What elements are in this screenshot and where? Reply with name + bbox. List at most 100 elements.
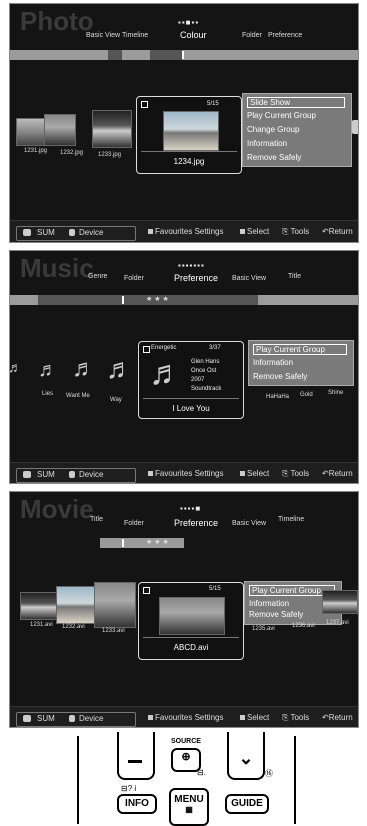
preference-scroll-bar[interactable]: ★★★ — [10, 295, 358, 305]
device-label: Device — [79, 228, 104, 237]
tab-basic-view[interactable]: Basic View — [86, 32, 120, 39]
genre: Soundtrack — [191, 386, 222, 392]
tab-preference[interactable]: Preference — [174, 273, 218, 283]
thumb-1231[interactable] — [20, 592, 58, 620]
album: Once Ost — [191, 368, 217, 374]
preference-scroll-bar[interactable]: ★★★ — [10, 538, 358, 548]
item-counter: 3/37 — [209, 345, 221, 351]
remote-control: SOURCE ⊕ ⊟. ⌄ ⑯ ⊟? i INFO MENU ▦ GUIDE — [77, 732, 296, 826]
sum-device-box[interactable]: SUM Device — [16, 468, 136, 483]
menu-information[interactable]: Information — [247, 139, 287, 148]
focused-name: 1234.jpg — [173, 157, 205, 166]
tab-preference[interactable]: Preference — [268, 32, 302, 39]
song-caption: Way — [110, 397, 122, 403]
song-caption: Want Me — [66, 393, 90, 399]
tab-basic-view[interactable]: Basic View — [232, 275, 266, 282]
favourites-settings[interactable]: Favourites Settings — [148, 227, 223, 236]
tab-basic-view[interactable]: Basic View — [232, 520, 266, 527]
menu-change-group[interactable]: Change Group — [247, 125, 299, 134]
focused-item[interactable]: 5/15 ABCD.avi — [138, 582, 244, 660]
thumb-1233[interactable] — [94, 582, 136, 628]
tools-hint[interactable]: ⎘ Tools — [282, 469, 309, 479]
favourites-settings[interactable]: Favourites Settings — [148, 469, 223, 478]
item-counter: 5/15 — [209, 586, 221, 592]
tab-genre[interactable]: Genre — [88, 273, 107, 280]
bottom-bar: SUM Device Favourites Settings Select ⎘ … — [10, 706, 358, 727]
guide-button[interactable]: GUIDE — [225, 794, 269, 814]
return-icon: ↶ — [322, 469, 329, 478]
music-note-icon: ♬ — [149, 354, 183, 392]
menu-slide-show[interactable]: Slide Show — [247, 97, 345, 108]
tab-folder[interactable]: Folder — [242, 32, 262, 39]
movie-caption: 1235.avi — [252, 626, 275, 632]
thumb-1232[interactable] — [44, 114, 76, 146]
movie-screen: Movie ▪▪▪▪■ Title Folder Preference Basi… — [9, 491, 359, 728]
song-caption: Shine — [328, 390, 344, 396]
select-checkbox[interactable] — [143, 587, 150, 594]
color-scroll-bar[interactable] — [10, 50, 358, 60]
select-checkbox[interactable] — [143, 346, 150, 353]
photo-screen: Photo ▪▪■▪▪ Basic View Timeline Colour F… — [9, 3, 359, 243]
sum-device-box[interactable]: SUM Device — [16, 226, 136, 241]
pre-ch-icon: ⑯ — [265, 769, 273, 778]
tab-timeline[interactable]: Timeline — [278, 516, 304, 523]
music-note-icon[interactable]: ♬ — [38, 359, 58, 382]
tab-title[interactable]: Title — [90, 516, 103, 523]
bottom-bar: SUM Device Favourites Settings Select ⎘ … — [10, 462, 358, 483]
select-checkbox[interactable] — [141, 101, 148, 108]
movie-caption: 1231.avi — [30, 622, 53, 628]
tab-timeline[interactable]: Timeline — [122, 32, 148, 39]
tab-folder[interactable]: Folder — [124, 520, 144, 527]
thumb-1237[interactable] — [322, 590, 358, 614]
menu-play-current-group[interactable]: Play Current Group — [253, 344, 347, 355]
item-counter: 5/15 — [207, 101, 219, 107]
thumb-1231[interactable] — [16, 118, 46, 146]
tools-hint[interactable]: ⎘ Tools — [282, 713, 309, 723]
tools-menu: Play Current Group Information Remove Sa… — [248, 340, 354, 386]
down-button[interactable]: ⌄ — [227, 732, 265, 780]
music-note-icon[interactable]: ♬ — [106, 353, 134, 385]
song-caption: HaHaHa — [266, 394, 290, 400]
tab-title[interactable]: Title — [288, 273, 301, 280]
select-hint[interactable]: Select — [240, 227, 269, 236]
song-caption: Gold — [300, 392, 313, 398]
sum-icon — [23, 715, 31, 722]
focused-name: ABCD.avi — [173, 643, 209, 652]
menu-button[interactable]: MENU ▦ — [169, 788, 209, 826]
screen-title: Movie — [20, 494, 94, 524]
movie-caption: 1232.avi — [62, 624, 85, 630]
focused-item[interactable]: 5/15 1234.jpg — [136, 96, 242, 174]
menu-remove-safely[interactable]: Remove Safely — [249, 610, 303, 619]
favourites-settings[interactable]: Favourites Settings — [148, 713, 223, 722]
chevron-down-icon: ⌄ — [238, 748, 254, 768]
sum-device-box[interactable]: SUM Device — [16, 712, 136, 727]
focused-item[interactable]: Energetic 3/37 ♬ Glen Hans Once Ost 2007… — [138, 341, 244, 419]
sum-label: SUM — [37, 714, 55, 723]
info-button[interactable]: INFO — [117, 794, 157, 814]
tab-colour[interactable]: Colour — [180, 30, 207, 40]
thumb-caption: 1232.jpg — [60, 150, 84, 156]
page-dots: ▪▪▪▪▪▪▪ — [178, 261, 205, 270]
select-hint[interactable]: Select — [240, 469, 269, 478]
screen-title: Music — [20, 253, 94, 283]
next-thumb[interactable] — [352, 120, 358, 134]
return-hint[interactable]: ↶Return — [322, 469, 353, 478]
menu-information[interactable]: Information — [249, 599, 289, 608]
minus-button[interactable] — [117, 732, 155, 780]
thumb-1233[interactable] — [92, 110, 132, 148]
year: 2007 — [191, 377, 205, 383]
tab-preference[interactable]: Preference — [174, 518, 218, 528]
music-note-icon[interactable]: ♬ — [72, 355, 96, 383]
music-note-icon[interactable]: ♬ — [10, 359, 22, 375]
select-hint[interactable]: Select — [240, 713, 269, 722]
tab-folder[interactable]: Folder — [124, 275, 144, 282]
tools-hint[interactable]: ⎘ Tools — [282, 227, 309, 237]
menu-remove-safely[interactable]: Remove Safely — [247, 153, 301, 162]
return-hint[interactable]: ↶Return — [322, 227, 353, 236]
menu-play-current-group[interactable]: Play Current Group — [247, 111, 316, 120]
menu-remove-safely[interactable]: Remove Safely — [253, 372, 307, 381]
group-name: Energetic — [151, 345, 177, 351]
return-hint[interactable]: ↶Return — [322, 713, 353, 722]
thumb-1232[interactable] — [56, 586, 96, 624]
menu-information[interactable]: Information — [253, 358, 293, 367]
